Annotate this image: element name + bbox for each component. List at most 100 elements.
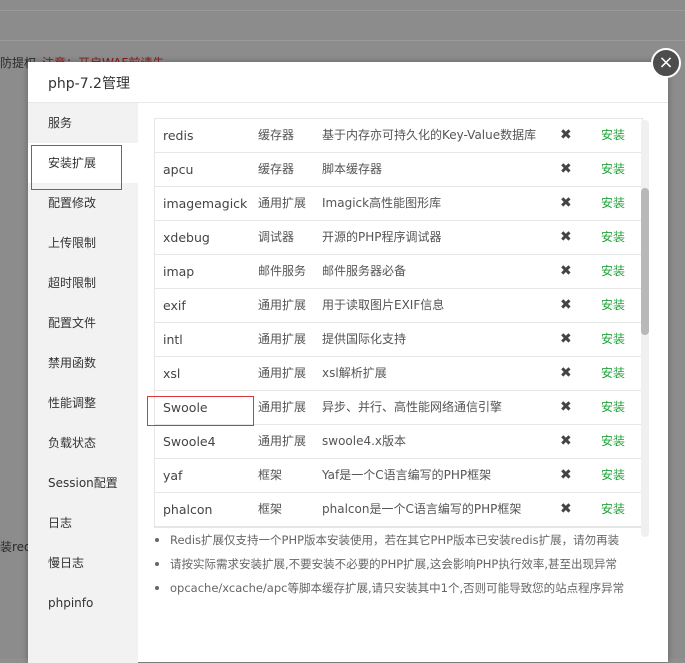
ext-desc: 基于内存亦可持久化的Key-Value数据库 xyxy=(322,128,537,142)
not-installed-icon: ✖ xyxy=(560,127,572,143)
ext-type: 框架 xyxy=(258,468,283,482)
not-installed-icon: ✖ xyxy=(560,263,572,279)
table-scrollbar[interactable] xyxy=(641,120,649,537)
ext-name: xsl xyxy=(163,366,181,381)
not-installed-icon: ✖ xyxy=(560,501,572,517)
sidebar-item-label: 性能调整 xyxy=(48,396,97,410)
table-row: xsl 通用扩展 xsl解析扩展 ✖ 安装 xyxy=(155,357,642,391)
ext-type: 通用扩展 xyxy=(258,196,307,210)
ext-desc: 开源的PHP程序调试器 xyxy=(322,230,442,244)
sidebar-item-label: 上传限制 xyxy=(48,236,97,250)
ext-type: 通用扩展 xyxy=(258,332,307,346)
ext-desc: Yaf是一个C语言编写的PHP框架 xyxy=(322,468,492,482)
ext-desc: 脚本缓存器 xyxy=(322,162,383,176)
not-installed-icon: ✖ xyxy=(560,365,572,381)
ext-desc: Imagick高性能图形库 xyxy=(322,196,442,210)
highlight-install-extensions xyxy=(31,145,122,190)
ext-type: 通用扩展 xyxy=(258,298,307,312)
sidebar-item-service[interactable]: 服务 xyxy=(28,103,138,143)
sidebar-item-label: 慢日志 xyxy=(48,556,85,570)
sidebar-item-label: 日志 xyxy=(48,516,73,530)
install-link[interactable]: 安装 xyxy=(601,323,625,356)
table-row: redis 缓存器 基于内存亦可持久化的Key-Value数据库 ✖ 安装 xyxy=(155,119,642,153)
bg-divider xyxy=(0,10,685,11)
ext-name: apcu xyxy=(163,162,194,177)
ext-name: exif xyxy=(163,298,186,313)
sidebar-item-label: 禁用函数 xyxy=(48,356,97,370)
close-icon[interactable]: × xyxy=(651,48,681,78)
sidebar-item-label: 超时限制 xyxy=(48,276,97,290)
ext-desc: 异步、并行、高性能网络通信引擎 xyxy=(322,400,503,414)
ext-desc: 提供国际化支持 xyxy=(322,332,407,346)
ext-type: 通用扩展 xyxy=(258,400,307,414)
install-link[interactable]: 安装 xyxy=(601,357,625,390)
sidebar-item-load-status[interactable]: 负载状态 xyxy=(28,423,138,463)
modal-title: php-7.2管理 xyxy=(48,76,130,92)
ext-name: yaf xyxy=(163,468,183,483)
ext-name: phalcon xyxy=(163,502,213,517)
install-link[interactable]: 安装 xyxy=(601,255,625,288)
ext-name: imagemagick xyxy=(163,196,248,211)
note-item: opcache/xcache/apc等脚本缓存扩展,请只安装其中1个,否则可能导… xyxy=(153,576,653,600)
ext-type: 缓存器 xyxy=(258,162,295,176)
table-row: imagemagick 通用扩展 Imagick高性能图形库 ✖ 安装 xyxy=(155,187,642,221)
sidebar-item-performance[interactable]: 性能调整 xyxy=(28,383,138,423)
sidebar-item-label: phpinfo xyxy=(48,596,94,610)
ext-type: 框架 xyxy=(258,502,283,516)
install-link[interactable]: 安装 xyxy=(601,153,625,186)
table-row: yaf 框架 Yaf是一个C语言编写的PHP框架 ✖ 安装 xyxy=(155,459,642,493)
close-glyph: × xyxy=(658,52,674,73)
not-installed-icon: ✖ xyxy=(560,161,572,177)
extensions-panel: redis 缓存器 基于内存亦可持久化的Key-Value数据库 ✖ 安装 ap… xyxy=(154,118,654,538)
table-row: Swoole4 通用扩展 swoole4.x版本 ✖ 安装 xyxy=(155,425,642,459)
ext-name: intl xyxy=(163,332,183,347)
sidebar-item-upload-limit[interactable]: 上传限制 xyxy=(28,223,138,263)
install-link[interactable]: 安装 xyxy=(601,221,625,254)
install-link[interactable]: 安装 xyxy=(601,493,625,526)
ext-desc: 用于读取图片EXIF信息 xyxy=(322,298,445,312)
scrollbar-thumb[interactable] xyxy=(641,188,649,335)
not-installed-icon: ✖ xyxy=(560,433,572,449)
note-item: Redis扩展仅支持一个PHP版本安装使用，若在其它PHP版本已安装redis扩… xyxy=(153,528,653,552)
sidebar-item-disabled-functions[interactable]: 禁用函数 xyxy=(28,343,138,383)
sidebar-item-timeout-limit[interactable]: 超时限制 xyxy=(28,263,138,303)
not-installed-icon: ✖ xyxy=(560,467,572,483)
sidebar-item-label: 负载状态 xyxy=(48,436,97,450)
sidebar-item-label: 配置文件 xyxy=(48,316,97,330)
not-installed-icon: ✖ xyxy=(560,229,572,245)
install-link[interactable]: 安装 xyxy=(601,391,625,424)
not-installed-icon: ✖ xyxy=(560,195,572,211)
table-row: imap 邮件服务 邮件服务器必备 ✖ 安装 xyxy=(155,255,642,289)
ext-desc: phalcon是一个C语言编写的PHP框架 xyxy=(322,502,522,516)
ext-type: 调试器 xyxy=(258,230,295,244)
ext-type: 邮件服务 xyxy=(258,264,307,278)
table-row: exif 通用扩展 用于读取图片EXIF信息 ✖ 安装 xyxy=(155,289,642,323)
install-link[interactable]: 安装 xyxy=(601,119,625,152)
ext-name: redis xyxy=(163,128,194,143)
install-link[interactable]: 安装 xyxy=(601,187,625,220)
install-link[interactable]: 安装 xyxy=(601,459,625,492)
modal-header: php-7.2管理 xyxy=(28,62,668,103)
ext-type: 通用扩展 xyxy=(258,366,307,380)
sidebar-item-config-file[interactable]: 配置文件 xyxy=(28,303,138,343)
note-item: 请按实际需求安装扩展,不要安装不必要的PHP扩展,这会影响PHP执行效率,甚至出… xyxy=(153,552,653,576)
install-link[interactable]: 安装 xyxy=(601,289,625,322)
ext-type: 缓存器 xyxy=(258,128,295,142)
not-installed-icon: ✖ xyxy=(560,399,572,415)
table-row: apcu 缓存器 脚本缓存器 ✖ 安装 xyxy=(155,153,642,187)
sidebar-item-slow-log[interactable]: 慢日志 xyxy=(28,543,138,583)
table-row: intl 通用扩展 提供国际化支持 ✖ 安装 xyxy=(155,323,642,357)
sidebar-item-label: Session配置 xyxy=(48,476,118,490)
highlight-swoole xyxy=(147,396,254,426)
ext-desc: 邮件服务器必备 xyxy=(322,264,407,278)
table-row: phalcon 框架 phalcon是一个C语言编写的PHP框架 ✖ 安装 xyxy=(155,493,642,527)
table-row: xdebug 调试器 开源的PHP程序调试器 ✖ 安装 xyxy=(155,221,642,255)
extensions-table: redis 缓存器 基于内存亦可持久化的Key-Value数据库 ✖ 安装 ap… xyxy=(154,118,643,528)
not-installed-icon: ✖ xyxy=(560,297,572,313)
sidebar-item-phpinfo[interactable]: phpinfo xyxy=(28,583,138,623)
install-link[interactable]: 安装 xyxy=(601,425,625,458)
sidebar-item-session-config[interactable]: Session配置 xyxy=(28,463,138,503)
sidebar-item-log[interactable]: 日志 xyxy=(28,503,138,543)
ext-name: imap xyxy=(163,264,195,279)
sidebar-item-label: 配置修改 xyxy=(48,196,97,210)
